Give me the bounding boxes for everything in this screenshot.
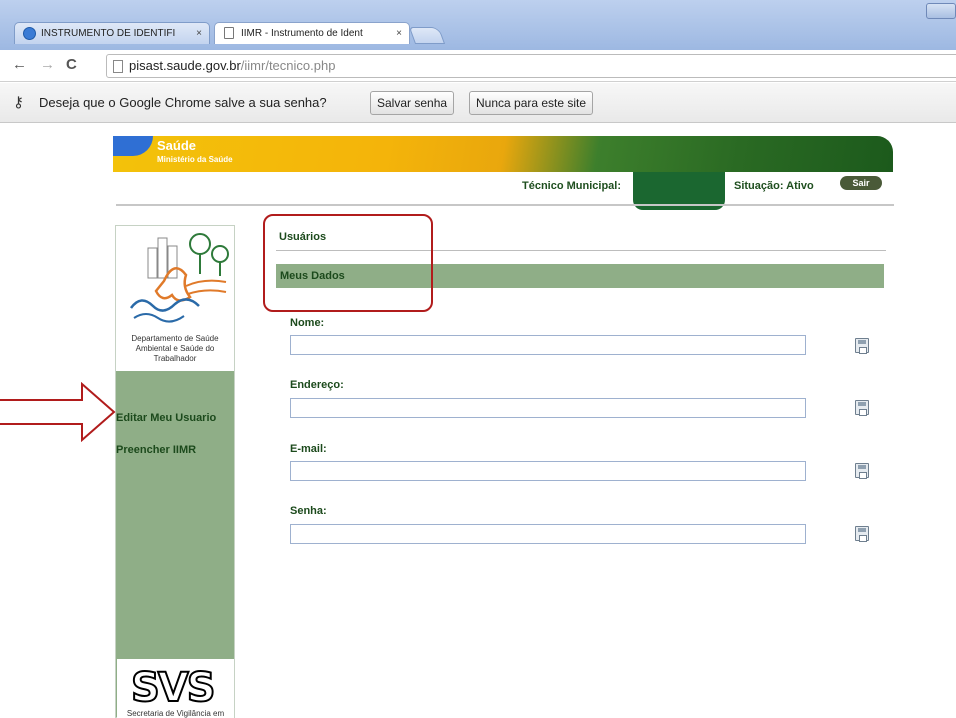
browser-toolbar: ← → C pisast.saude.gov.br/iimr/tecnico.p… [0, 50, 956, 82]
never-save-button[interactable]: Nunca para este site [469, 91, 594, 115]
globe-icon [23, 27, 36, 40]
new-tab-button[interactable] [408, 27, 446, 44]
address-bar[interactable]: pisast.saude.gov.br/iimr/tecnico.php [106, 54, 956, 78]
tab-iimr[interactable]: IIMR - Instrumento de Ident × [214, 22, 410, 44]
banner-title: Saúde [157, 138, 197, 153]
endereco-input[interactable] [290, 398, 806, 418]
save-icon[interactable] [855, 338, 869, 354]
save-icon[interactable] [855, 400, 869, 416]
minimize-button[interactable] [926, 3, 956, 19]
dept-logo: Departamento de Saúde Ambiental e Saúde … [116, 226, 234, 371]
reload-button[interactable]: C [66, 56, 77, 73]
svs-logo: SVS Secretaria de Vigilância em [117, 659, 234, 718]
tab-instrumento[interactable]: INSTRUMENTO DE IDENTIFI × [14, 22, 210, 44]
annotation-arrow-icon [0, 382, 116, 442]
close-tab-icon[interactable]: × [396, 23, 402, 44]
saude-logo-swoosh [113, 136, 153, 156]
sidebar-item-preencher-iimr[interactable]: Preencher IIMR [116, 444, 196, 456]
tab-title: INSTRUMENTO DE IDENTIFI [41, 28, 176, 39]
endereco-label: Endereço: [290, 379, 344, 391]
tab-title: IIMR - Instrumento de Ident [241, 28, 363, 39]
page-icon [224, 27, 234, 39]
save-password-button[interactable]: Salvar senha [370, 91, 455, 115]
svs-caption: Secretaria de Vigilância em [126, 709, 225, 718]
email-label: E-mail: [290, 443, 327, 455]
senha-label: Senha: [290, 505, 327, 517]
forward-button[interactable]: → [40, 56, 55, 73]
save-icon[interactable] [855, 526, 869, 542]
sidebar-item-editar-usuario[interactable]: Editar Meu Usuario [116, 412, 216, 424]
dept-name: Departamento de Saúde Ambiental e Saúde … [131, 334, 219, 363]
page-icon [113, 60, 123, 73]
tecnico-label: Técnico Municipal: [522, 180, 622, 192]
close-tab-icon[interactable]: × [196, 23, 202, 44]
situacao-label: Situação: Ativo [734, 180, 814, 192]
browser-titlebar: INSTRUMENTO DE IDENTIFI × IIMR - Instrum… [0, 0, 956, 50]
annotation-highlight-box [263, 214, 433, 312]
url-text[interactable]: pisast.saude.gov.br/iimr/tecnico.php [129, 58, 335, 73]
senha-input[interactable] [290, 524, 806, 544]
infobar-message: Deseja que o Google Chrome salve a sua s… [39, 95, 327, 110]
save-icon[interactable] [855, 463, 869, 479]
ministerio-banner: Saúde Ministério da Saúde [113, 136, 893, 172]
key-icon: ⚷ [13, 94, 24, 111]
divider [116, 204, 894, 206]
logout-button[interactable]: Sair [840, 176, 882, 190]
nome-input[interactable] [290, 335, 806, 355]
email-input[interactable] [290, 461, 806, 481]
dept-logo-icon [129, 233, 229, 323]
back-button[interactable]: ← [12, 56, 27, 73]
svs-logo-text: SVS [130, 664, 217, 712]
banner-subtitle: Ministério da Saúde [157, 155, 233, 164]
password-infobar: ⚷ Deseja que o Google Chrome salve a sua… [0, 83, 956, 123]
nome-label: Nome: [290, 317, 325, 329]
sidebar: Departamento de Saúde Ambiental e Saúde … [115, 225, 235, 718]
